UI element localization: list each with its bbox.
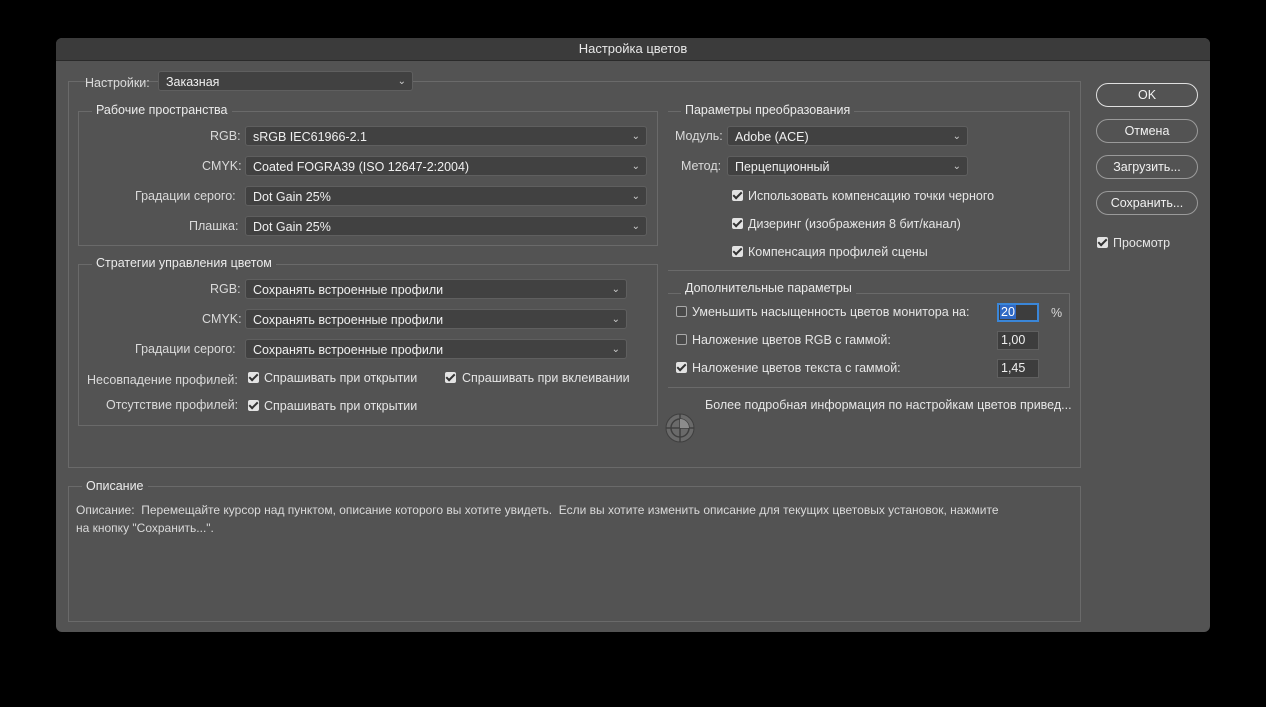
chevron-down-icon: ⌄ (631, 161, 640, 172)
missing-label: Отсутствие профилей: (106, 398, 239, 412)
working-spaces-title: Рабочие пространства (92, 103, 232, 118)
pol-gray-select[interactable]: Сохранять встроенные профили ⌄ (245, 339, 627, 359)
desaturate-label: Уменьшить насыщенность цветов монитора н… (692, 305, 970, 319)
description-title: Описание (82, 479, 148, 494)
ws-rgb-label: RGB: (210, 129, 241, 143)
desaturate-unit: % (1051, 306, 1063, 320)
intent-select[interactable]: Перцепционный ⌄ (727, 156, 968, 176)
advanced-title: Дополнительные параметры (681, 281, 856, 296)
chevron-down-icon: ⌄ (611, 344, 620, 355)
chevron-down-icon: ⌄ (631, 131, 640, 142)
ok-button[interactable]: OK (1096, 83, 1198, 107)
intent-label: Метод: (681, 159, 722, 173)
blend-rgb-input[interactable]: 1,00 (997, 331, 1039, 350)
cancel-button[interactable]: Отмена (1096, 119, 1198, 143)
settings-select[interactable]: Заказная ⌄ (158, 71, 413, 91)
mismatch-open-label: Спрашивать при открытии (264, 371, 418, 385)
description-line-1: Описание: Перемещайте курсор над пунктом… (76, 503, 999, 517)
load-button[interactable]: Загрузить... (1096, 155, 1198, 179)
ws-gray-label: Градации серого: (135, 189, 236, 203)
missing-open-label: Спрашивать при открытии (264, 399, 418, 413)
chevron-down-icon: ⌄ (397, 76, 406, 87)
ws-cmyk-value: Coated FOGRA39 (ISO 12647-2:2004) (253, 160, 470, 174)
preview-label: Просмотр (1113, 236, 1171, 250)
ws-spot-label: Плашка: (189, 219, 239, 233)
pol-rgb-select[interactable]: Сохранять встроенные профили ⌄ (245, 279, 627, 299)
desaturate-input[interactable]: 20 (997, 303, 1039, 322)
chevron-down-icon: ⌄ (611, 284, 620, 295)
color-settings-dialog: Настройка цветов Настройки: Заказная ⌄ Р… (56, 38, 1210, 632)
ws-spot-select[interactable]: Dot Gain 25% ⌄ (245, 216, 647, 236)
ws-spot-value: Dot Gain 25% (253, 220, 331, 234)
save-button[interactable]: Сохранить... (1096, 191, 1198, 215)
chevron-down-icon: ⌄ (952, 131, 961, 142)
pol-gray-label: Градации серого: (135, 342, 236, 356)
ws-cmyk-select[interactable]: Coated FOGRA39 (ISO 12647-2:2004) ⌄ (245, 156, 647, 176)
mismatch-open-checkbox[interactable] (248, 372, 259, 383)
chevron-down-icon: ⌄ (952, 161, 961, 172)
chevron-down-icon: ⌄ (631, 191, 640, 202)
description-line-2: на кнопку "Сохранить...". (76, 521, 214, 535)
pol-cmyk-select[interactable]: Сохранять встроенные профили ⌄ (245, 309, 627, 329)
dialog-title: Настройка цветов (56, 38, 1210, 61)
chevron-down-icon: ⌄ (611, 314, 620, 325)
scene-label: Компенсация профилей сцены (748, 245, 928, 259)
policies-title: Стратегии управления цветом (92, 256, 276, 271)
desaturate-checkbox[interactable] (676, 306, 687, 317)
blend-rgb-label: Наложение цветов RGB с гаммой: (692, 333, 891, 347)
settings-label: Настройки: (85, 76, 150, 90)
intent-value: Перцепционный (735, 160, 830, 174)
engine-label: Модуль: (675, 129, 723, 143)
preview-checkbox[interactable] (1097, 237, 1108, 248)
pol-gray-value: Сохранять встроенные профили (253, 343, 444, 357)
ws-rgb-select[interactable]: sRGB IEC61966-2.1 ⌄ (245, 126, 647, 146)
desaturate-value: 20 (1000, 305, 1016, 319)
pol-rgb-label: RGB: (210, 282, 241, 296)
engine-select[interactable]: Adobe (ACE) ⌄ (727, 126, 968, 146)
chevron-down-icon: ⌄ (631, 221, 640, 232)
conversion-title: Параметры преобразования (681, 103, 855, 118)
ws-gray-select[interactable]: Dot Gain 25% ⌄ (245, 186, 647, 206)
scene-checkbox[interactable] (732, 246, 743, 257)
engine-value: Adobe (ACE) (735, 130, 809, 144)
mismatch-label: Несовпадение профилей: (87, 373, 238, 387)
blend-text-label: Наложение цветов текста с гаммой: (692, 361, 901, 375)
color-wheel-info-icon (664, 412, 696, 444)
pol-cmyk-label: CMYK: (202, 312, 242, 326)
bpc-checkbox[interactable] (732, 190, 743, 201)
blend-rgb-checkbox[interactable] (676, 334, 687, 345)
ws-gray-value: Dot Gain 25% (253, 190, 331, 204)
mismatch-paste-checkbox[interactable] (445, 372, 456, 383)
ws-cmyk-label: CMYK: (202, 159, 242, 173)
mismatch-paste-label: Спрашивать при вклеивании (462, 371, 630, 385)
pol-rgb-value: Сохранять встроенные профили (253, 283, 444, 297)
settings-value: Заказная (166, 75, 220, 89)
blend-text-input[interactable]: 1,45 (997, 359, 1039, 378)
missing-open-checkbox[interactable] (248, 400, 259, 411)
bpc-label: Использовать компенсацию точки черного (748, 189, 995, 203)
more-info-link[interactable]: Более подробная информация по настройкам… (705, 397, 1072, 413)
ws-rgb-value: sRGB IEC61966-2.1 (253, 130, 367, 144)
blend-text-checkbox[interactable] (676, 362, 687, 373)
dither-label: Дизеринг (изображения 8 бит/канал) (748, 217, 961, 231)
dither-checkbox[interactable] (732, 218, 743, 229)
pol-cmyk-value: Сохранять встроенные профили (253, 313, 444, 327)
